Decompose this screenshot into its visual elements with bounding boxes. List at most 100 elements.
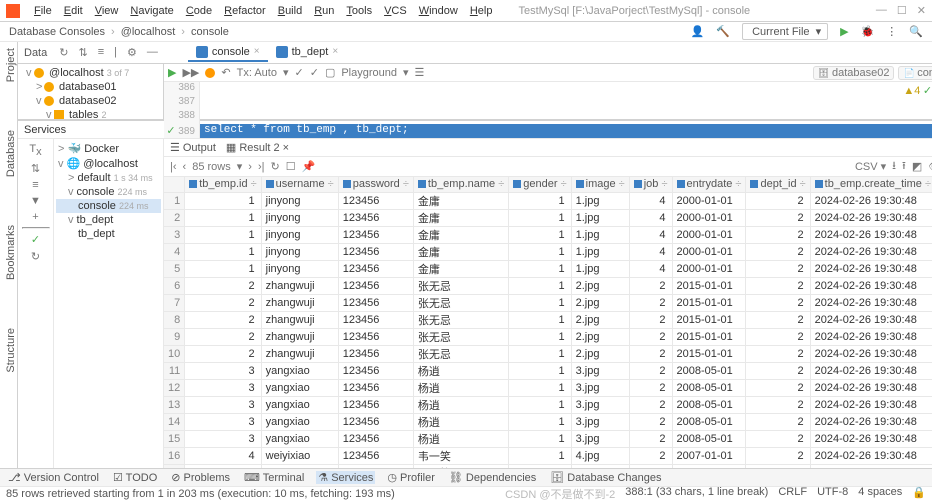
breadcrumb-part[interactable]: Database Consoles	[9, 26, 105, 38]
col-header[interactable]: job ÷	[629, 177, 672, 192]
bottom-profiler[interactable]: ◷ Profiler	[385, 471, 437, 484]
lock-icon[interactable]: 🔒	[912, 486, 926, 502]
db-node[interactable]: v @localhost 3 of 7	[22, 66, 159, 80]
last-page-icon[interactable]: ›|	[258, 161, 265, 173]
add-row-icon[interactable]: ☐	[286, 160, 296, 173]
menu-navigate[interactable]: Navigate	[124, 3, 179, 19]
col-header[interactable]: username ÷	[261, 177, 338, 192]
menu-window[interactable]: Window	[413, 3, 464, 19]
import-icon[interactable]: ⭱	[902, 157, 906, 176]
col-header[interactable]: entrydate ÷	[672, 177, 746, 192]
bottom-database-changes[interactable]: 🗄 Database Changes	[548, 471, 663, 484]
execute-plan-icon[interactable]: ▶▶	[182, 66, 199, 79]
refresh-icon[interactable]: ↻	[59, 46, 68, 59]
table-row[interactable]: 153yangxiao123456杨逍13.jpg22008-05-012202…	[164, 430, 932, 447]
svc-node[interactable]: console 224 ms	[56, 199, 161, 213]
build-icon[interactable]: 🔨	[716, 25, 730, 38]
svc-node[interactable]: v tb_dept	[56, 213, 161, 227]
breadcrumb-part[interactable]: console	[191, 26, 229, 38]
playground-select[interactable]: Playground	[341, 67, 397, 79]
menu-edit[interactable]: Edit	[58, 3, 89, 19]
bottom-problems[interactable]: ⊘ Problems	[169, 471, 232, 484]
view-icon[interactable]: ◩	[912, 160, 922, 173]
stop-icon[interactable]: ▢	[325, 66, 335, 79]
menu-file[interactable]: File	[28, 3, 58, 19]
col-header[interactable]: password ÷	[338, 177, 413, 192]
table-row[interactable]: 62zhangwuji123456张无忌12.jpg22015-01-01220…	[164, 277, 932, 294]
table-row[interactable]: 102zhangwuji123456张无忌12.jpg22015-01-0122…	[164, 345, 932, 362]
svc-node[interactable]: tb_dept	[56, 227, 161, 241]
table-row[interactable]: 143yangxiao123456杨逍13.jpg22008-05-012202…	[164, 413, 932, 430]
svc-node[interactable]: v console 224 ms	[56, 185, 161, 199]
database-tree[interactable]: v @localhost 3 of 7> database01v databas…	[18, 64, 164, 119]
output-tab[interactable]: ☰ Output	[170, 141, 216, 154]
menu-code[interactable]: Code	[180, 3, 218, 19]
table-row[interactable]: 72zhangwuji123456张无忌12.jpg22015-01-01220…	[164, 294, 932, 311]
csv-select[interactable]: CSV ▾	[855, 160, 886, 173]
bookmarks-tool[interactable]: Bookmarks	[0, 225, 17, 280]
execute-icon[interactable]: ▶	[168, 66, 176, 79]
database-tool[interactable]: Database	[0, 130, 17, 177]
gear-icon[interactable]: ⚙	[127, 46, 137, 59]
reload-icon[interactable]: ↻	[270, 160, 279, 173]
table-row[interactable]: 123yangxiao123456杨逍13.jpg22008-05-012202…	[164, 379, 932, 396]
table-row[interactable]: 31jinyong123456金庸11.jpg42000-01-0122024-…	[164, 226, 932, 243]
bottom-terminal[interactable]: ⌨ Terminal	[242, 471, 306, 484]
services-tree[interactable]: > 🐳 Dockerv 🌐 @localhost> default 1 s 34…	[54, 139, 164, 486]
col-header[interactable]: tb_emp.id ÷	[185, 177, 261, 192]
check-icon[interactable]: ✓	[295, 66, 304, 79]
col-header[interactable]: tb_emp.name ÷	[413, 177, 508, 192]
console-pill[interactable]: 📄 console	[898, 66, 932, 80]
table-row[interactable]: 11jinyong123456金庸11.jpg42000-01-0122024-…	[164, 192, 932, 209]
run-ok-icon[interactable]: ✓	[31, 233, 40, 246]
project-tool[interactable]: Project	[0, 48, 17, 82]
table-row[interactable]: 113yangxiao123456杨逍13.jpg22008-05-012202…	[164, 362, 932, 379]
bottom-services[interactable]: ⚗ Services	[316, 471, 375, 484]
first-page-icon[interactable]: |‹	[170, 161, 177, 173]
col-header[interactable]: tb_emp.create_time ÷	[810, 177, 932, 192]
inspection-badge[interactable]: ▲4 ✓28 ^ ▾	[903, 84, 932, 97]
funnel-icon[interactable]: ▼	[30, 195, 41, 207]
debug-icon[interactable]: 🐞	[861, 25, 875, 38]
menu-vcs[interactable]: VCS	[378, 3, 413, 19]
svc-node[interactable]: v 🌐 @localhost	[56, 156, 161, 171]
bottom-version-control[interactable]: ⎇ Version Control	[6, 471, 101, 484]
tx-icon[interactable]: Tx	[29, 143, 41, 158]
encoding[interactable]: UTF-8	[817, 486, 848, 502]
col-header[interactable]: gender ÷	[509, 177, 571, 192]
db-node[interactable]: v tables 2	[22, 108, 159, 119]
prev-page-icon[interactable]: ‹	[183, 161, 187, 173]
bottom-dependencies[interactable]: ⛓ Dependencies	[447, 471, 538, 484]
db-node[interactable]: > database01	[22, 80, 159, 94]
user-icon[interactable]: 👤	[691, 25, 705, 38]
table-row[interactable]: 82zhangwuji123456张无忌12.jpg22015-01-01220…	[164, 311, 932, 328]
check2-icon[interactable]: ✓	[310, 66, 319, 79]
minimize-icon[interactable]: —	[876, 4, 887, 17]
next-page-icon[interactable]: ›	[248, 161, 252, 173]
eye-icon[interactable]: 👁	[928, 160, 932, 173]
db-pill[interactable]: 🗄 database02	[813, 66, 894, 80]
commit-icon[interactable]	[205, 68, 215, 78]
close-tab-icon[interactable]: ×	[254, 46, 260, 57]
collapse-icon[interactable]: —	[147, 46, 158, 59]
search-icon[interactable]: 🔍	[909, 25, 923, 38]
result-grid[interactable]: tb_emp.id ÷username ÷password ÷tb_emp.na…	[164, 177, 932, 486]
add-icon[interactable]: +	[32, 211, 38, 223]
table-row[interactable]: 133yangxiao123456杨逍13.jpg22008-05-012202…	[164, 396, 932, 413]
close-icon[interactable]: ✕	[917, 4, 926, 17]
run-config-select[interactable]: Current File ▾	[742, 23, 828, 40]
rerun-icon[interactable]: ↻	[31, 250, 40, 263]
bottom-todo[interactable]: ☑ TODO	[111, 471, 159, 484]
table-row[interactable]: 92zhangwuji123456张无忌12.jpg22015-01-01220…	[164, 328, 932, 345]
tab-console[interactable]: console×	[188, 44, 268, 62]
svc-node[interactable]: > default 1 s 34 ms	[56, 171, 161, 185]
table-row[interactable]: 41jinyong123456金庸11.jpg42000-01-0122024-…	[164, 243, 932, 260]
sql-editor[interactable]: ▶ ▶▶ ↶ Tx: Auto▾ ✓ ✓ ▢ Playground▾ ☰ 🗄 d…	[164, 64, 932, 119]
tab-tb-dept[interactable]: tb_dept×	[268, 44, 347, 62]
more-icon[interactable]: ⋮	[886, 25, 897, 38]
rollback-icon[interactable]: ↶	[221, 66, 230, 79]
breadcrumb-part[interactable]: @localhost	[121, 26, 176, 38]
menu-run[interactable]: Run	[308, 3, 340, 19]
tx-mode[interactable]: Tx: Auto	[237, 67, 277, 79]
settings-icon[interactable]: ☰	[415, 66, 425, 79]
